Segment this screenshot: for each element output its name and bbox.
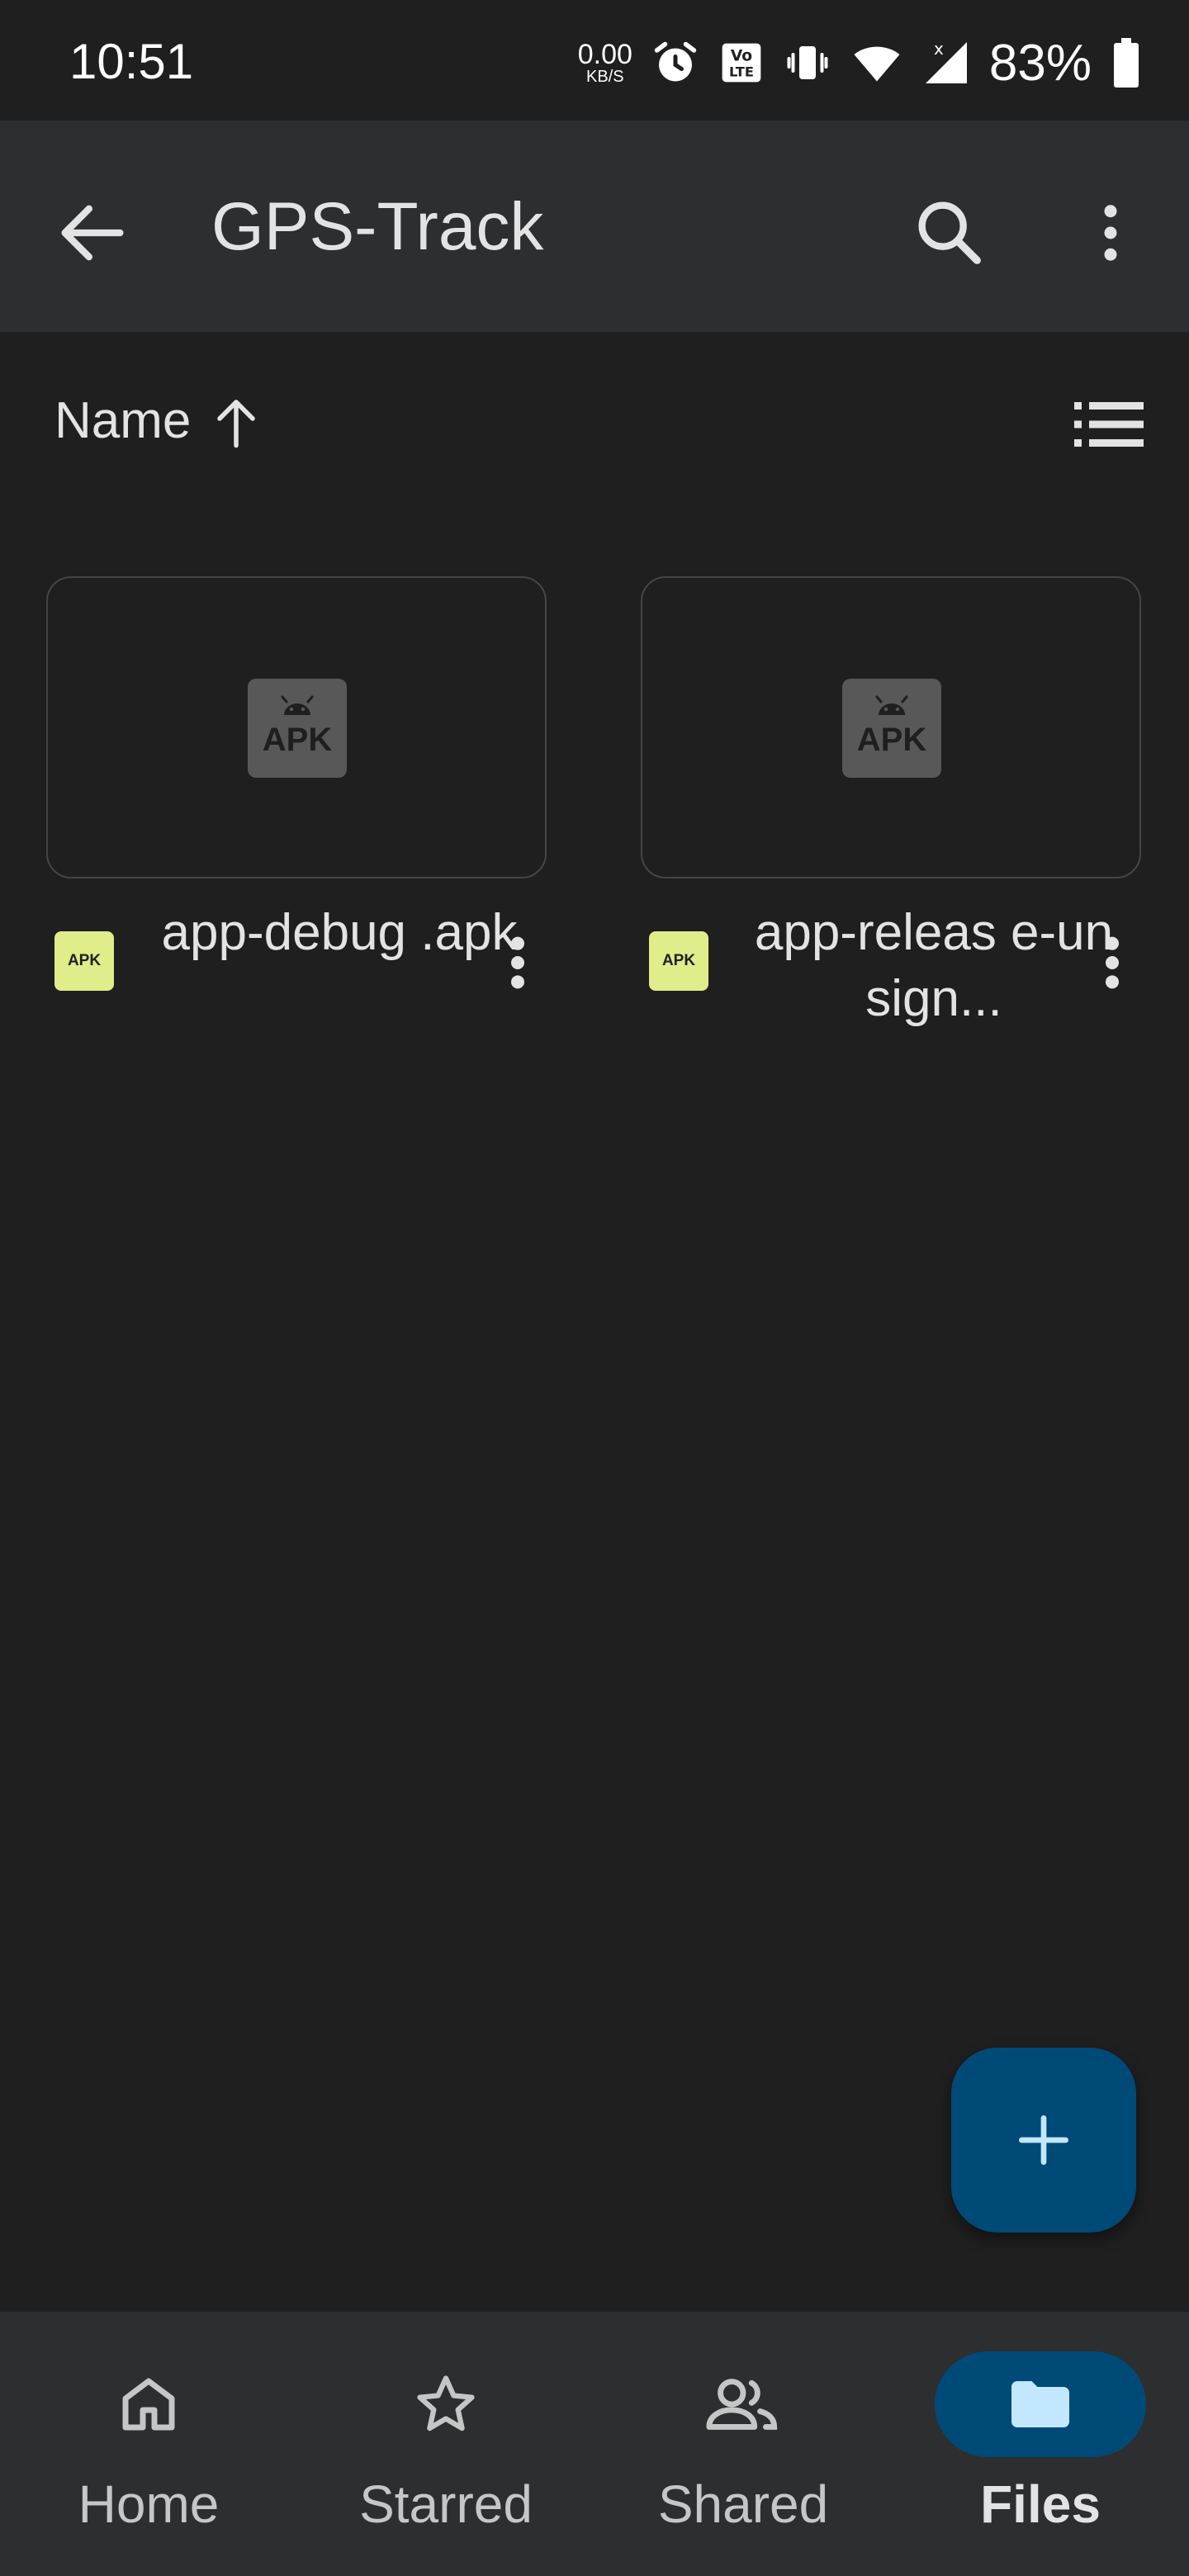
more-vert-icon	[511, 936, 524, 989]
cell-signal-icon: x	[925, 39, 967, 83]
net-speed-value: 0.00	[577, 39, 632, 70]
apk-thumb-label: APK	[262, 722, 333, 758]
file-card-footer[interactable]: APK app-debug .apk	[46, 893, 547, 1034]
file-card-thumbnail[interactable]: APK	[641, 576, 1141, 878]
plus-icon	[1019, 2115, 1068, 2165]
nav-home-indicator	[43, 2351, 254, 2457]
wifi-icon	[854, 46, 900, 82]
nav-starred-label: Starred	[359, 2474, 533, 2534]
nav-starred[interactable]: Starred	[297, 2312, 594, 2576]
thumbnail-frame: APK	[46, 576, 547, 878]
back-arrow-icon	[61, 205, 124, 261]
nav-home[interactable]: Home	[0, 2312, 297, 2576]
file-more-button[interactable]	[497, 930, 538, 996]
file-card-thumbnail[interactable]: APK	[46, 576, 547, 878]
sort-by-name-button[interactable]: Name	[54, 391, 191, 450]
net-speed: 0.00 KB/S	[578, 40, 632, 85]
net-speed-unit: KB/S	[586, 68, 624, 86]
volte-icon: VoLTE	[722, 43, 761, 83]
svg-text:Vo: Vo	[731, 48, 752, 65]
apk-file-type-icon: APK	[54, 931, 114, 991]
vibrate-icon	[787, 46, 828, 79]
page-title: GPS-Track	[211, 189, 544, 264]
home-icon	[122, 2378, 175, 2431]
sort-row: Name	[0, 332, 1189, 514]
star-icon	[417, 2375, 475, 2432]
svg-text:LTE: LTE	[729, 64, 754, 79]
nav-files-label: Files	[980, 2474, 1101, 2534]
status-icons: 0.00 KB/S Vo LTE x 83%	[578, 30, 1143, 96]
search-button[interactable]	[908, 192, 991, 274]
apk-thumbnail-icon: APK	[842, 679, 941, 778]
status-bar: 10:51 0.00 KB/S Vo LTE x 83%	[0, 0, 1189, 121]
file-name: app-debug .apk	[161, 904, 518, 961]
arrow-up-icon	[217, 400, 255, 448]
nav-home-label: Home	[78, 2474, 220, 2534]
nav-files-indicator	[935, 2351, 1146, 2457]
apk-thumbnail-icon: APK	[248, 679, 347, 778]
nav-shared-label: Shared	[657, 2474, 829, 2534]
add-new-button[interactable]	[951, 2048, 1136, 2233]
folder-icon	[1011, 2381, 1069, 2427]
file-name: app-releas e-unsign...	[754, 904, 1114, 1027]
battery-icon	[1114, 38, 1139, 88]
back-button[interactable]	[51, 192, 134, 274]
people-icon	[706, 2379, 778, 2430]
svg-text:x: x	[934, 39, 944, 59]
file-more-button[interactable]	[1092, 930, 1133, 996]
app-bar: GPS-Track	[0, 121, 1189, 332]
nav-shared[interactable]: Shared	[594, 2312, 892, 2576]
list-view-icon	[1074, 402, 1144, 447]
more-vert-icon	[1104, 205, 1117, 261]
file-card-footer[interactable]: APK app-releas e-unsign...	[641, 893, 1141, 1034]
nav-starred-indicator	[340, 2351, 552, 2457]
nav-files[interactable]: Files	[892, 2312, 1189, 2576]
thumbnail-frame: APK	[641, 576, 1141, 878]
alarm-icon	[654, 41, 697, 82]
list-view-button[interactable]	[1072, 393, 1146, 456]
more-vert-icon	[1106, 936, 1119, 989]
sort-direction-button[interactable]	[211, 391, 261, 454]
status-time: 10:51	[69, 34, 194, 89]
apk-file-type-icon: APK	[649, 931, 708, 991]
battery-percent: 83%	[988, 34, 1092, 92]
more-options-button[interactable]	[1073, 192, 1148, 274]
apk-thumb-label: APK	[856, 722, 927, 758]
bottom-navigation: Home Starred Shared Files	[0, 2312, 1189, 2576]
nav-shared-indicator	[637, 2351, 849, 2457]
search-icon	[918, 201, 981, 264]
